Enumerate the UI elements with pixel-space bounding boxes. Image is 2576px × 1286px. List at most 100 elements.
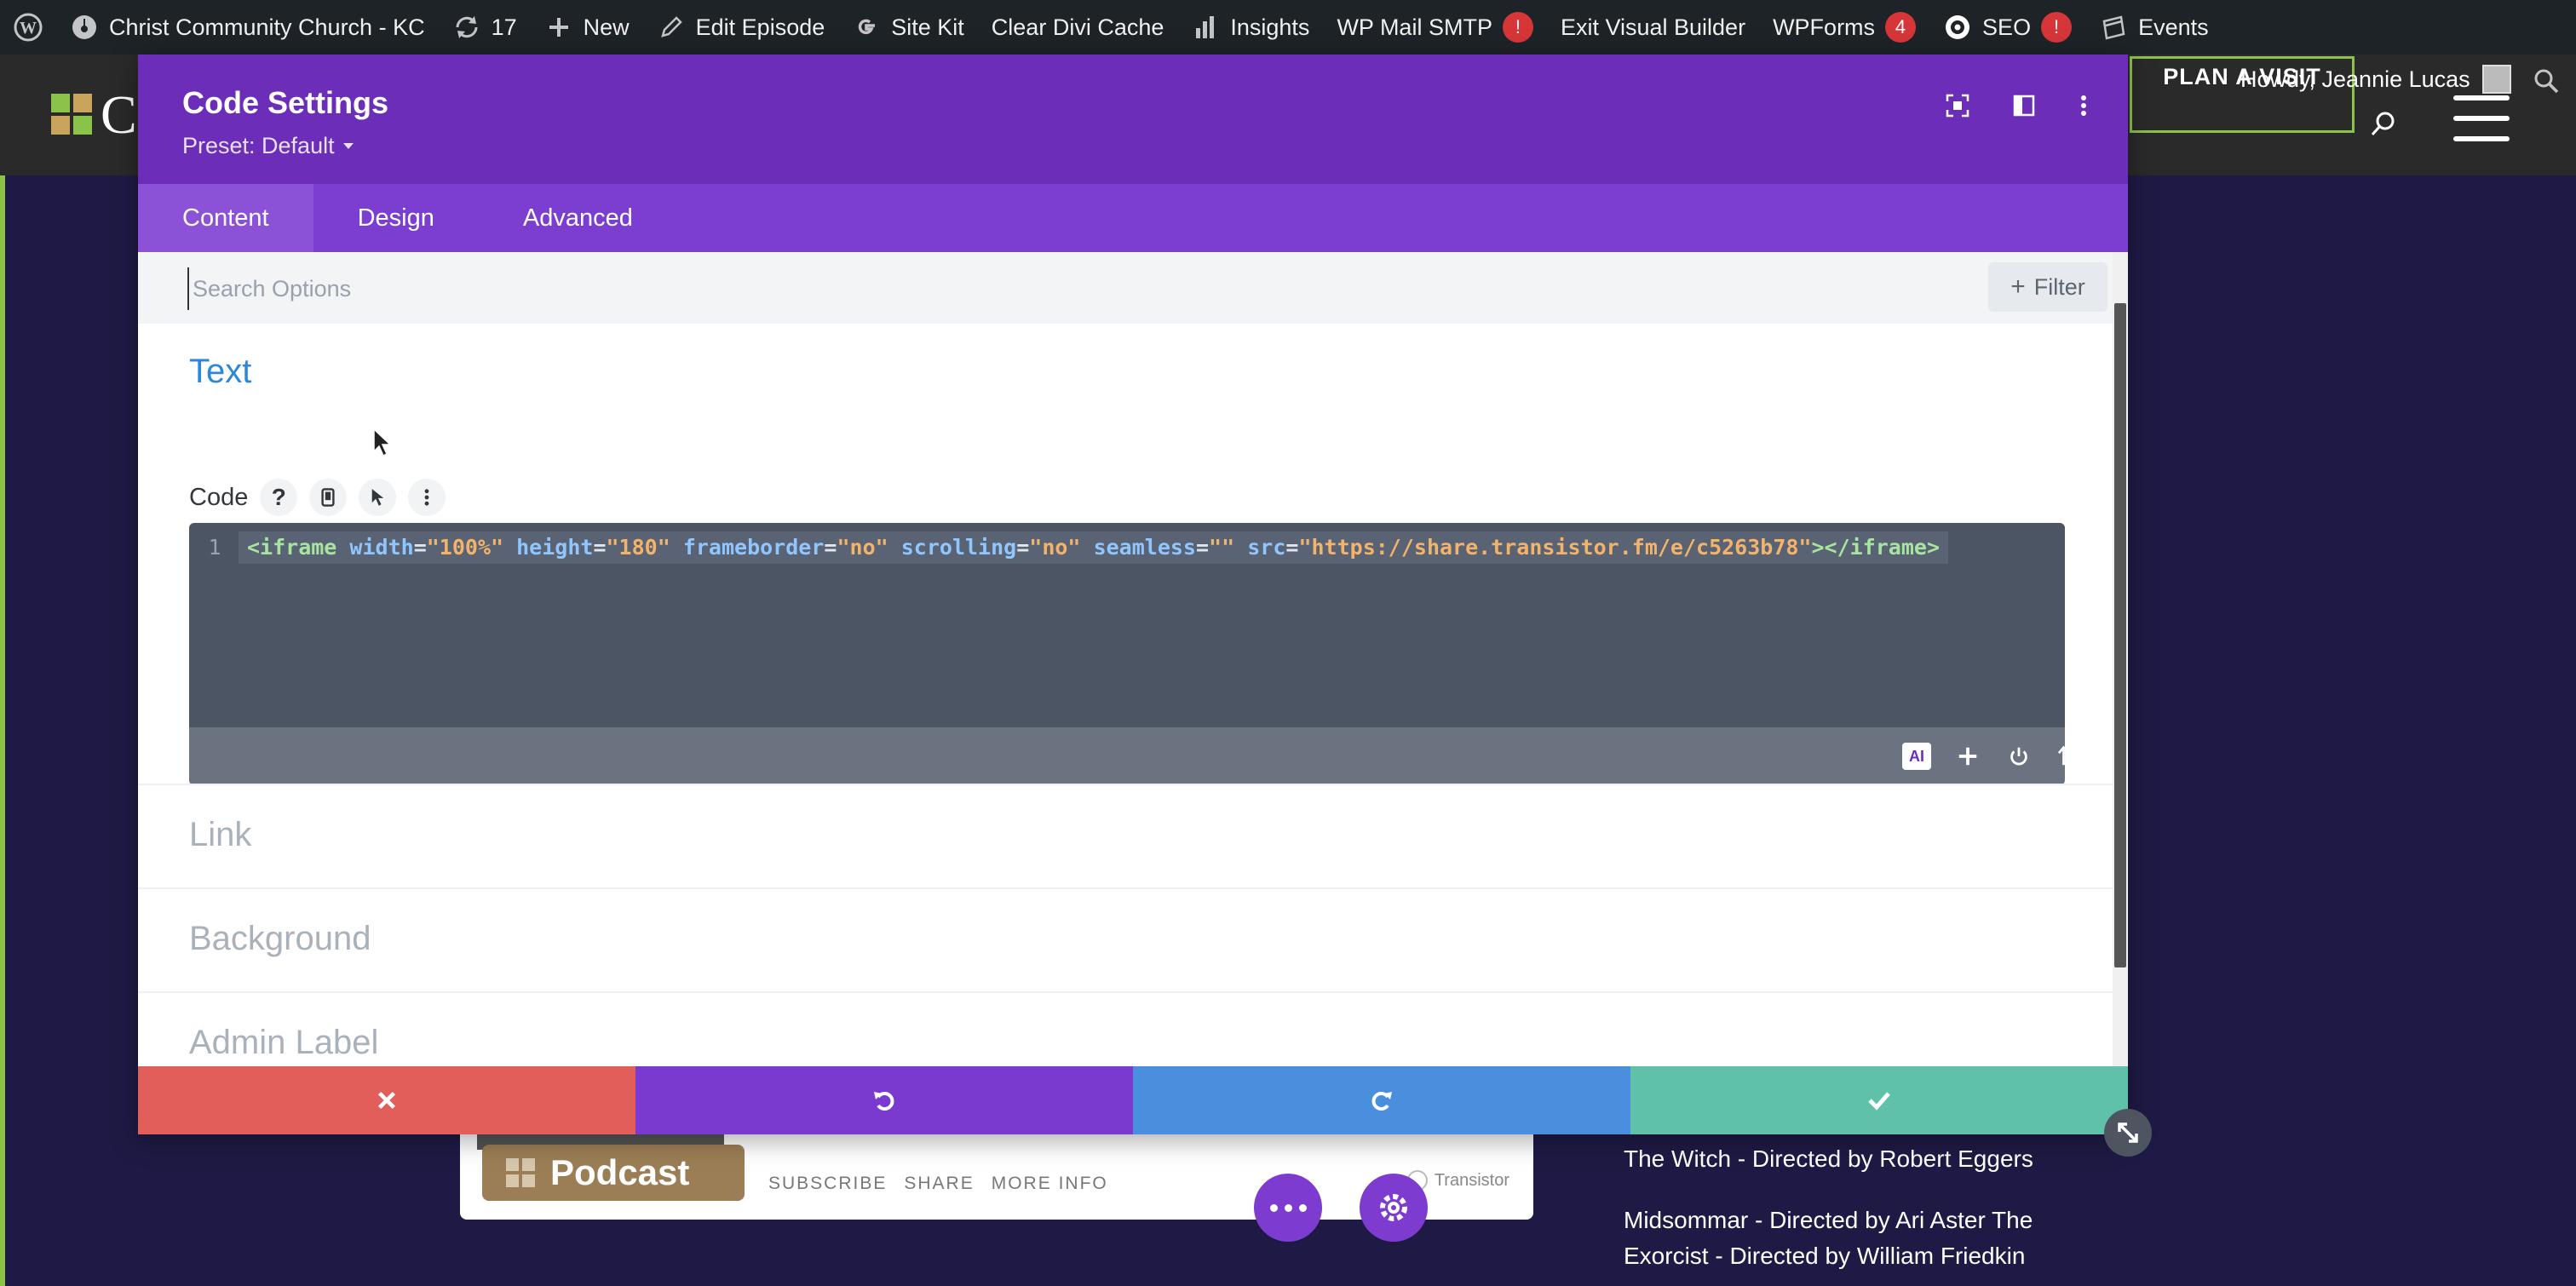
discard-button[interactable] (138, 1066, 635, 1134)
code-token: <iframe (247, 535, 337, 560)
more-options-icon[interactable] (2065, 87, 2102, 124)
search-options-input[interactable] (187, 267, 1806, 310)
admin-label-section-title: Admin Label (189, 1024, 379, 1061)
calendar-icon (2099, 13, 2128, 42)
gear-icon (1380, 1194, 1407, 1221)
wpforms-label: WPForms (1773, 14, 1876, 40)
code-token: "100%" (426, 535, 504, 560)
option-more-icon[interactable] (408, 479, 446, 516)
podcast-button[interactable]: Podcast (482, 1145, 745, 1201)
new-content-menu[interactable]: New (531, 0, 643, 55)
insights-menu[interactable]: Insights (1177, 0, 1323, 55)
background-section[interactable]: Background (138, 887, 2113, 991)
code-settings-modal: Code Settings Preset: Default Content De… (138, 55, 2128, 1134)
text-section-title[interactable]: Text (189, 353, 251, 391)
code-token: "" (1209, 535, 1235, 560)
line-number: 1 (208, 535, 221, 560)
redo-button[interactable] (1133, 1066, 1630, 1134)
filter-button[interactable]: + Filter (1988, 262, 2107, 312)
sort-arrows-icon[interactable] (2053, 739, 2087, 773)
code-token: "180" (606, 535, 670, 560)
list-item: Midsommar - Directed by Ari Aster The Ex… (1624, 1207, 2033, 1269)
code-token: "no" (1029, 535, 1081, 560)
scrollbar-thumb[interactable] (2114, 303, 2126, 967)
edit-episode-link[interactable]: Edit Episode (643, 0, 839, 55)
updates-menu[interactable]: 17 (439, 0, 531, 55)
hamburger-menu-icon[interactable] (2453, 95, 2510, 141)
tab-design[interactable]: Design (313, 184, 479, 252)
search-options-row: + Filter (138, 252, 2113, 324)
ai-assist-button[interactable]: AI (1900, 739, 1934, 773)
wordpress-logo-icon: W (14, 13, 43, 42)
site-name-menu[interactable]: Christ Community Church - KC (56, 0, 439, 55)
avatar (2481, 65, 2511, 94)
save-button[interactable] (1630, 1066, 2128, 1134)
plus-icon: + (2010, 273, 2026, 301)
refresh-icon (452, 13, 481, 42)
code-line[interactable]: <iframe width="100%" height="180" frameb… (239, 531, 1949, 564)
tab-content[interactable]: Content (138, 184, 313, 252)
plus-icon (544, 13, 573, 42)
fullscreen-icon[interactable] (1939, 87, 1976, 124)
clear-cache-label: Clear Divi Cache (991, 14, 1164, 40)
add-icon[interactable] (1951, 739, 1985, 773)
code-token: seamless (1093, 535, 1196, 560)
seo-alert-badge: ! (2041, 12, 2073, 43)
hover-cursor-icon[interactable] (359, 479, 397, 516)
link-section-title: Link (189, 816, 252, 853)
modal-title: Code Settings (182, 85, 389, 120)
transistor-brand[interactable]: Transistor (1406, 1170, 1509, 1191)
wpforms-menu[interactable]: WPForms 4 (1759, 0, 1929, 55)
checkmark-icon (1868, 1092, 1890, 1111)
pencil-icon (657, 13, 686, 42)
redo-icon (1371, 1092, 1392, 1111)
resize-arrows-icon (2118, 1122, 2138, 1143)
site-kit-menu[interactable]: Site Kit (838, 0, 978, 55)
wpforms-count-badge: 4 (1885, 12, 1917, 43)
link-section[interactable]: Link (138, 784, 2113, 887)
filter-label: Filter (2033, 273, 2085, 300)
podcast-links: SUBSCRIBE SHARE MORE INFO (768, 1174, 1108, 1194)
code-token: height (516, 535, 594, 560)
settings-tabs: Content Design Advanced (138, 184, 2128, 252)
updates-count: 17 (491, 14, 517, 40)
tab-advanced[interactable]: Advanced (479, 184, 677, 252)
close-icon (377, 1091, 396, 1110)
clear-divi-cache-button[interactable]: Clear Divi Cache (978, 0, 1178, 55)
page-settings-dots-button[interactable] (1254, 1174, 1322, 1242)
grid-icon (506, 1158, 535, 1187)
new-label: New (583, 14, 630, 40)
scrollbar[interactable] (2113, 252, 2128, 1134)
wp-mail-label: WP Mail SMTP (1337, 14, 1492, 40)
subscribe-link[interactable]: SUBSCRIBE (768, 1174, 887, 1194)
help-icon[interactable]: ? (260, 479, 298, 516)
exit-visual-builder-button[interactable]: Exit Visual Builder (1547, 0, 1759, 55)
resize-handle[interactable] (2104, 1109, 2152, 1157)
power-icon[interactable] (2002, 739, 2036, 773)
site-search-icon[interactable] (2368, 109, 2399, 140)
sidebar-layout-icon[interactable] (2005, 87, 2043, 124)
undo-button[interactable] (635, 1066, 1133, 1134)
background-section-title: Background (189, 920, 371, 957)
undo-icon (874, 1092, 894, 1111)
admin-search-icon[interactable] (2532, 66, 2561, 95)
church-logo-icon[interactable] (51, 94, 92, 135)
wordpress-menu[interactable]: W (0, 0, 56, 55)
preset-dropdown[interactable]: Preset: Default (182, 133, 354, 159)
site-kit-label: Site Kit (891, 14, 964, 40)
list-item: The Witch - Directed by Robert Eggers (1624, 1145, 2033, 1172)
code-editor[interactable]: 1 <iframe width="100%" height="180" fram… (189, 523, 2065, 727)
wp-mail-smtp-menu[interactable]: WP Mail SMTP ! (1323, 0, 1547, 55)
caret-down-icon (342, 143, 354, 149)
my-account-menu[interactable]: Howdy, Jeannie Lucas (2240, 65, 2511, 94)
share-link[interactable]: SHARE (904, 1174, 974, 1194)
responsive-phone-icon[interactable] (309, 479, 348, 516)
more-info-link[interactable]: MORE INFO (992, 1174, 1108, 1194)
movie-list: The Witch - Directed by Robert Eggers Mi… (1624, 1141, 2101, 1274)
events-menu[interactable]: Events (2085, 0, 2222, 55)
svg-text:W: W (20, 19, 37, 37)
code-token: "no" (837, 535, 888, 560)
builder-settings-button[interactable] (1360, 1174, 1428, 1242)
code-token: "https://share.transistor.fm/e/c5263b78" (1298, 535, 1812, 560)
seo-menu[interactable]: SEO ! (1929, 0, 2085, 55)
